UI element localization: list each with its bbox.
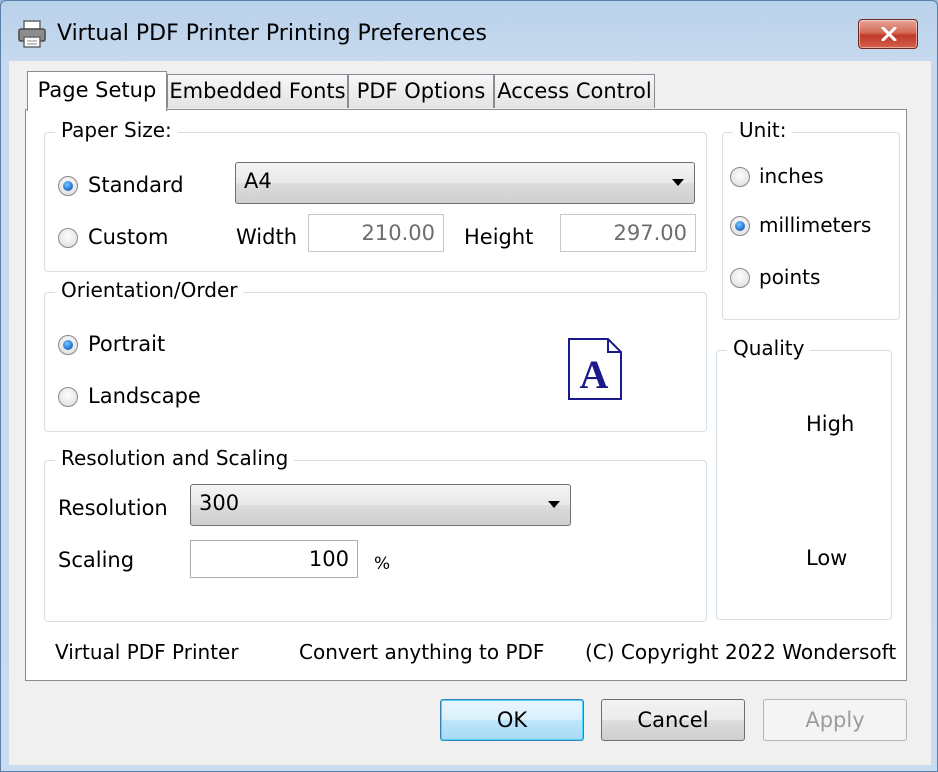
footer-copyright: (C) Copyright 2022 Wondersoft [585,640,897,664]
close-icon [881,27,897,41]
quality-low-label: Low [806,546,848,570]
points-label[interactable]: points [759,265,820,289]
footer-product: Virtual PDF Printer [55,640,239,664]
width-input[interactable]: 210.00 [308,214,444,252]
points-radio[interactable] [730,268,750,288]
custom-label[interactable]: Custom [88,225,168,249]
scaling-label: Scaling [58,548,135,572]
dialog-client-area: Page Setup Embedded Fonts PDF Options Ac… [9,61,931,765]
chevron-down-icon [672,179,684,186]
resolution-select[interactable]: 300 [190,484,571,526]
close-button[interactable] [858,19,918,49]
height-input[interactable]: 297.00 [560,214,696,252]
height-label: Height [464,225,534,249]
window-title: Virtual PDF Printer Printing Preferences [57,21,487,46]
title-bar[interactable]: Virtual PDF Printer Printing Preferences [1,1,937,65]
millimeters-radio[interactable] [730,216,750,236]
millimeters-label[interactable]: millimeters [759,213,871,237]
portrait-page-icon: A [568,338,622,400]
scaling-input[interactable]: 100 [190,540,358,578]
standard-label[interactable]: Standard [88,173,184,197]
scaling-unit: % [374,554,391,574]
cancel-button[interactable]: Cancel [601,699,745,741]
ok-button[interactable]: OK [440,699,584,741]
standard-radio[interactable] [58,176,78,196]
footer-tagline: Convert anything to PDF [299,640,545,664]
quality-group: Quality [716,336,892,620]
printer-icon [17,19,47,49]
portrait-radio[interactable] [58,335,78,355]
apply-button[interactable]: Apply [763,699,907,741]
page-setup-panel: Paper Size: Standard A4 Custom Width 210… [25,109,907,681]
tab-page-setup[interactable]: Page Setup [27,71,167,111]
inches-radio[interactable] [730,167,750,187]
tab-embedded-fonts[interactable]: Embedded Fonts [167,74,348,108]
landscape-label[interactable]: Landscape [88,384,201,408]
custom-radio[interactable] [58,228,78,248]
resolution-legend: Resolution and Scaling [55,446,295,470]
preview-letter: A [580,352,609,397]
width-label: Width [236,225,298,249]
landscape-radio[interactable] [58,387,78,407]
orientation-legend: Orientation/Order [55,278,244,302]
resolution-label: Resolution [58,496,168,520]
portrait-label[interactable]: Portrait [88,332,165,356]
paper-size-select[interactable]: A4 [235,162,695,204]
resolution-value: 300 [199,491,240,515]
unit-legend: Unit: [733,118,793,142]
paper-size-legend: Paper Size: [55,118,178,142]
chevron-down-icon [548,501,560,508]
quality-high-label: High [806,412,855,436]
tab-pdf-options[interactable]: PDF Options [348,74,494,108]
inches-label[interactable]: inches [759,164,824,188]
dialog-window: Virtual PDF Printer Printing Preferences… [0,0,938,772]
tab-access-control[interactable]: Access Control [494,74,655,108]
quality-legend: Quality [727,336,811,360]
paper-size-value: A4 [244,169,272,193]
